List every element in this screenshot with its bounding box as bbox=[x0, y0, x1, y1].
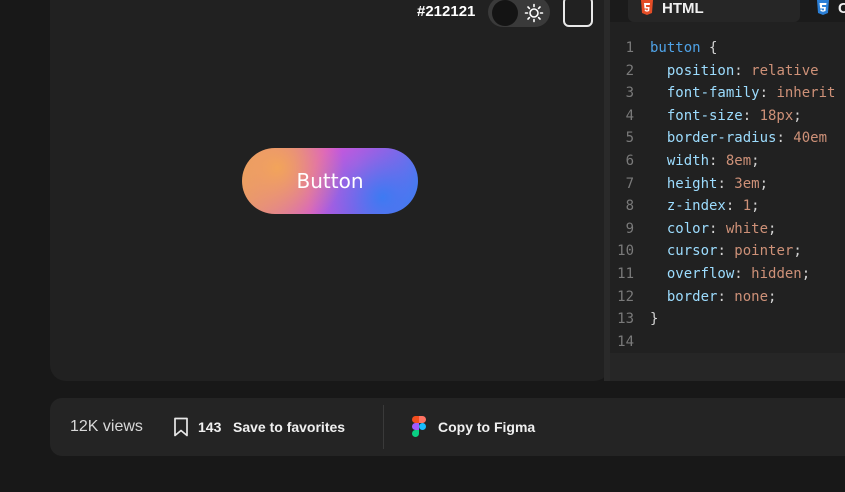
line-number: 11 bbox=[617, 265, 634, 282]
code-token: 8em bbox=[725, 152, 752, 169]
code-token: button bbox=[650, 40, 701, 56]
copy-to-figma-button[interactable]: Copy to Figma bbox=[438, 419, 535, 435]
code-token: ; bbox=[768, 220, 777, 237]
line-number: 7 bbox=[625, 175, 634, 192]
tab-html[interactable]: HTML bbox=[628, 0, 800, 22]
tab-css-label: C bbox=[838, 0, 845, 17]
html5-icon bbox=[641, 0, 653, 15]
code-token: font-size bbox=[650, 107, 743, 124]
code-token: ; bbox=[759, 175, 769, 192]
views-count: 12K views bbox=[70, 418, 143, 435]
code-line[interactable]: 10 cursor: pointer; bbox=[610, 240, 835, 263]
code-lines[interactable]: 1 button {2 position: relative 3 font-fami… bbox=[610, 37, 835, 353]
code-token: : bbox=[742, 107, 760, 124]
code-line[interactable]: 2 position: relative bbox=[610, 60, 835, 83]
tab-html-label: HTML bbox=[662, 0, 704, 17]
code-token: relative bbox=[751, 62, 819, 79]
code-token: 3em bbox=[734, 175, 760, 192]
code-line[interactable]: 1 button { bbox=[610, 37, 835, 60]
line-number: 6 bbox=[625, 152, 634, 169]
code-line[interactable]: 3 font-family: inherit bbox=[610, 82, 836, 105]
code-token: : bbox=[759, 85, 777, 102]
bookmark-icon[interactable] bbox=[173, 417, 189, 437]
css3-icon bbox=[817, 0, 829, 15]
code-token: : bbox=[717, 243, 735, 260]
line-number: 1 bbox=[625, 40, 634, 56]
code-token: ; bbox=[801, 265, 811, 282]
code-token: width bbox=[650, 152, 710, 169]
background-checkbox[interactable] bbox=[563, 0, 593, 27]
editor-bottom-bar bbox=[610, 353, 845, 381]
code-token: ; bbox=[751, 152, 760, 169]
code-line[interactable]: 6 width: 8em; bbox=[610, 150, 835, 173]
code-token: : bbox=[776, 130, 794, 147]
code-token: { bbox=[700, 40, 718, 56]
figma-icon[interactable] bbox=[412, 416, 426, 437]
line-number: 10 bbox=[617, 243, 634, 260]
code-token: color bbox=[650, 220, 710, 237]
code-line[interactable]: 5 border-radius: 40em bbox=[610, 127, 835, 150]
code-token: } bbox=[650, 311, 659, 328]
line-number: 3 bbox=[625, 85, 634, 102]
line-number: 8 bbox=[625, 198, 634, 215]
code-token: none bbox=[734, 288, 769, 305]
line-number: 13 bbox=[617, 311, 634, 328]
code-token: : bbox=[709, 152, 726, 169]
code-token: 1 bbox=[742, 198, 752, 215]
code-token: ; bbox=[751, 198, 760, 215]
code-token: z-index bbox=[650, 198, 726, 215]
line-number: 2 bbox=[625, 62, 634, 79]
code-line[interactable]: 13} bbox=[610, 308, 835, 331]
tab-css[interactable]: C bbox=[810, 0, 845, 22]
code-token: overflow bbox=[650, 265, 735, 282]
sun-icon[interactable] bbox=[524, 3, 544, 23]
line-number: 12 bbox=[617, 288, 634, 305]
preview-button[interactable]: Button bbox=[242, 148, 418, 214]
code-token: : bbox=[734, 62, 752, 79]
code-line[interactable]: 14 bbox=[610, 331, 835, 354]
code-token: height bbox=[650, 175, 718, 192]
code-line[interactable]: 9 color: white; bbox=[610, 218, 835, 241]
code-token: 18px bbox=[759, 107, 794, 124]
line-number: 5 bbox=[625, 130, 634, 147]
code-token: : bbox=[725, 198, 743, 215]
code-token: ; bbox=[793, 107, 802, 124]
code-token: ; bbox=[793, 243, 802, 260]
code-token: : bbox=[734, 265, 752, 282]
code-token: : bbox=[717, 288, 735, 305]
code-token: border bbox=[650, 288, 718, 305]
code-token: position bbox=[650, 62, 735, 79]
code-token: 40em bbox=[793, 130, 828, 147]
code-token: font-family bbox=[650, 85, 760, 102]
favorites-count[interactable]: 143 bbox=[198, 419, 221, 435]
line-number: 4 bbox=[625, 107, 634, 124]
code-token: hidden bbox=[751, 265, 802, 282]
code-line[interactable]: 8 z-index: 1; bbox=[610, 195, 835, 218]
code-token: inherit bbox=[776, 85, 836, 102]
code-token: ; bbox=[768, 288, 777, 305]
footer-divider bbox=[383, 405, 384, 449]
code-token: : bbox=[709, 220, 726, 237]
code-token: white bbox=[725, 220, 769, 237]
code-line[interactable]: 4 font-size: 18px; bbox=[610, 105, 835, 128]
save-to-favorites-button[interactable]: Save to favorites bbox=[233, 419, 345, 435]
code-line[interactable]: 12 border: none; bbox=[610, 286, 835, 309]
code-line[interactable]: 7 height: 3em; bbox=[610, 173, 835, 196]
toggle-knob[interactable] bbox=[492, 0, 518, 26]
line-number: 9 bbox=[625, 220, 634, 237]
code-token: pointer bbox=[734, 243, 794, 260]
background-color-label: #212121 bbox=[417, 3, 476, 20]
code-token: : bbox=[717, 175, 735, 192]
code-token: border-radius bbox=[650, 130, 777, 147]
code-token: cursor bbox=[650, 243, 718, 260]
code-line[interactable]: 11 overflow: hidden; bbox=[610, 263, 835, 286]
line-number: 14 bbox=[617, 333, 634, 350]
